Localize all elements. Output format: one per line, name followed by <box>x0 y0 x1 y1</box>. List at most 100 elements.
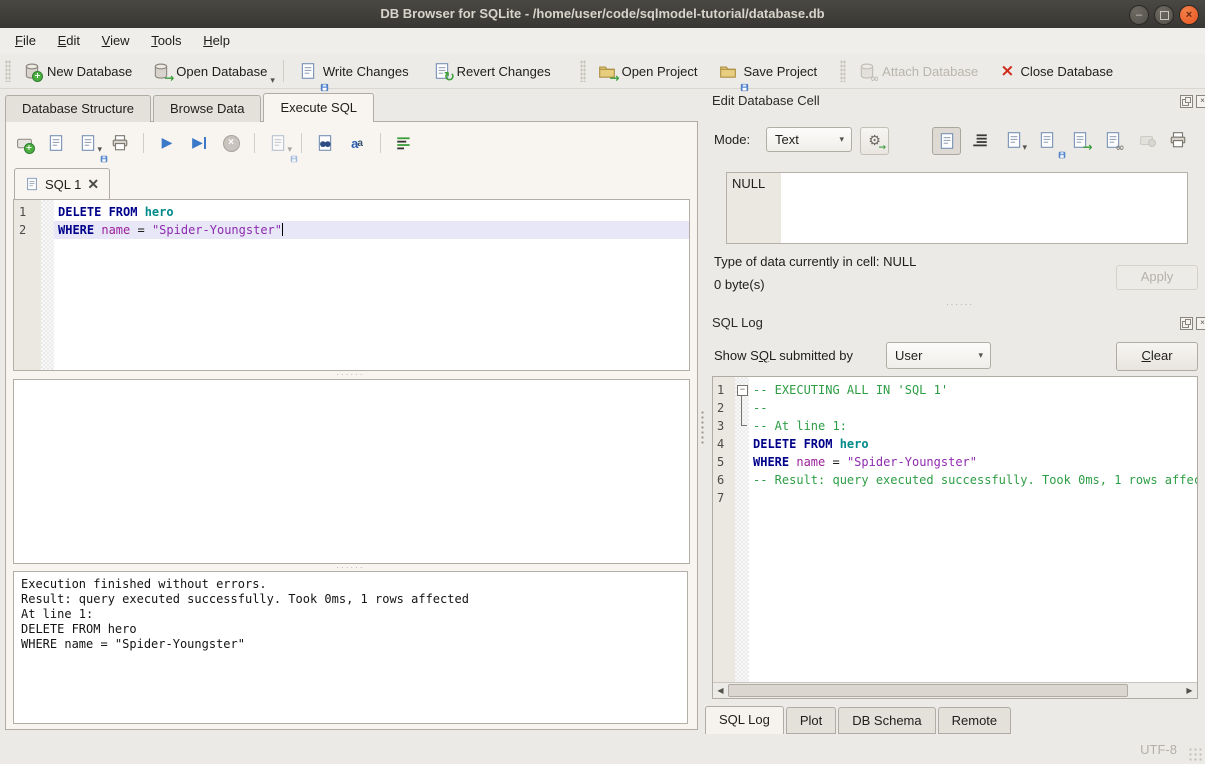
tab-sql-log[interactable]: SQL Log <box>705 706 784 734</box>
word-wrap-button[interactable] <box>394 133 414 153</box>
app-window: DB Browser for SQLite - /home/user/code/… <box>0 0 1205 764</box>
line-number: 5 <box>717 453 735 471</box>
cell-null-value: NULL <box>727 173 781 243</box>
cell-editor-area[interactable] <box>781 173 1187 243</box>
tab-remote[interactable]: Remote <box>938 707 1012 734</box>
auto-format-button[interactable]: aa <box>347 133 367 153</box>
import-in-cell-button[interactable]: ⚙→ <box>860 127 889 155</box>
new-database-button[interactable]: + New Database <box>16 57 139 85</box>
open-project-button[interactable]: → Open Project <box>591 57 705 85</box>
results-splitter[interactable]: ······ <box>13 372 688 378</box>
results-grid-pane[interactable] <box>13 379 690 564</box>
execute-sql-panel: + ▾ ▶ ▶ × ▾ aa SQL 1 ✕ 1 <box>5 121 698 730</box>
import-arrow-icon: → <box>878 144 886 153</box>
open-database-button[interactable]: → Open Database <box>145 57 274 85</box>
scrollbar-track[interactable] <box>728 683 1182 698</box>
stop-execution-button[interactable]: × <box>221 133 241 153</box>
sql-string: "Spider-Youngster" <box>152 223 282 237</box>
open-sql-file-button[interactable] <box>46 133 66 153</box>
set-null-button[interactable] <box>1133 127 1160 153</box>
close-tab-icon[interactable]: ✕ <box>87 176 99 193</box>
menu-view[interactable]: View <box>93 28 139 54</box>
save-results-icon <box>269 134 287 152</box>
float-panel-icon[interactable] <box>1180 317 1193 330</box>
maximize-icon[interactable] <box>1154 5 1174 25</box>
cell-word-wrap-button[interactable] <box>966 127 993 153</box>
toolbar-grip[interactable] <box>580 60 586 82</box>
panel-splitter[interactable] <box>700 410 705 444</box>
print-sql-button[interactable] <box>110 133 130 153</box>
open-database-dropdown-caret-icon[interactable]: ▾ <box>270 76 275 86</box>
menubar: File Edit View Tools Help <box>0 28 1205 54</box>
float-panel-icon[interactable] <box>1180 95 1193 108</box>
toolbar-grip[interactable] <box>840 60 846 82</box>
text-cursor <box>282 223 283 236</box>
close-database-button[interactable]: × Close Database <box>993 57 1120 85</box>
copy-link-button[interactable]: ∞ <box>1099 127 1126 153</box>
log-line-sql: DELETE FROM hero <box>749 435 1197 453</box>
null-dot-icon <box>1148 139 1156 147</box>
clear-log-button[interactable]: Clear <box>1116 342 1198 371</box>
apply-button[interactable]: Apply <box>1116 265 1198 290</box>
menu-help[interactable]: Help <box>194 28 239 54</box>
log-line-numbers: 1 2 3 4 5 6 7 <box>713 377 735 682</box>
attach-database-button[interactable]: ∞ Attach Database <box>851 57 985 85</box>
execution-message-pane[interactable]: Execution finished without errors.Result… <box>13 571 688 724</box>
menu-file[interactable]: File <box>6 28 45 54</box>
open-in-external-button[interactable]: → <box>1066 127 1093 153</box>
cell-value-editor[interactable]: NULL <box>726 172 1188 244</box>
tab-execute-sql[interactable]: Execute SQL <box>263 93 374 122</box>
tab-db-schema[interactable]: DB Schema <box>838 707 935 734</box>
link-icon: ∞ <box>1104 131 1122 149</box>
find-in-sql-button[interactable] <box>315 133 335 153</box>
format-icon-small: a <box>357 138 363 149</box>
submitted-by-select[interactable]: User ▾ <box>886 342 991 369</box>
toolbar-separator <box>283 60 284 82</box>
log-horizontal-scrollbar[interactable]: ◀ ▶ <box>713 682 1197 698</box>
log-line-sql: WHERE name = "Spider-Youngster" <box>749 453 1197 471</box>
toolbar-grip[interactable] <box>5 60 11 82</box>
close-window-icon[interactable]: × <box>1179 5 1199 25</box>
menu-edit[interactable]: Edit <box>49 28 89 54</box>
tab-database-structure[interactable]: Database Structure <box>5 95 151 122</box>
fold-collapse-icon[interactable]: − <box>737 385 748 396</box>
open-database-icon: → <box>152 62 170 80</box>
minimize-icon[interactable]: – <box>1129 5 1149 25</box>
titlebar[interactable]: DB Browser for SQLite - /home/user/code/… <box>0 0 1205 29</box>
text-mode-button[interactable] <box>932 127 961 155</box>
resize-grip[interactable] <box>1188 747 1202 761</box>
tab-plot[interactable]: Plot <box>786 707 836 734</box>
save-results-button[interactable]: ▾ <box>268 133 288 153</box>
write-changes-button[interactable]: Write Changes <box>292 57 416 85</box>
export-cell-data-button[interactable] <box>1033 127 1060 153</box>
write-changes-label: Write Changes <box>323 64 409 79</box>
close-panel-icon[interactable]: × <box>1196 95 1205 108</box>
sql1-tab[interactable]: SQL 1 ✕ <box>14 168 110 199</box>
execute-all-button[interactable]: ▶ <box>157 133 177 153</box>
scroll-right-icon[interactable]: ▶ <box>1182 683 1197 698</box>
mode-select[interactable]: Text ▾ <box>766 127 852 152</box>
message-line: Result: query executed successfully. Too… <box>21 592 680 607</box>
sql-log-view[interactable]: 1 2 3 4 5 6 7 − -- EXECUTING ALL IN 'SQL… <box>712 376 1198 699</box>
revert-changes-button[interactable]: ↻ Revert Changes <box>426 57 558 85</box>
scrollbar-thumb[interactable] <box>728 684 1128 697</box>
sql-operator: = <box>130 223 152 237</box>
save-sql-file-button[interactable]: ▾ <box>78 133 98 153</box>
log-code-area[interactable]: -- EXECUTING ALL IN 'SQL 1' -- -- At lin… <box>749 377 1197 682</box>
print-cell-button[interactable] <box>1164 127 1191 153</box>
tab-browse-data[interactable]: Browse Data <box>153 95 261 122</box>
scroll-left-icon[interactable]: ◀ <box>713 683 728 698</box>
editor-code-area[interactable]: DELETE FROM hero WHERE name = "Spider-Yo… <box>54 200 689 370</box>
execute-current-line-button[interactable]: ▶ <box>189 133 209 153</box>
menu-tools[interactable]: Tools <box>142 28 190 54</box>
close-panel-icon[interactable]: × <box>1196 317 1205 330</box>
sql-editor[interactable]: 1 2 DELETE FROM hero WHERE name = "Spide… <box>13 199 690 371</box>
new-sql-tab-button[interactable]: + <box>14 133 34 153</box>
save-sql-dropdown-caret-icon: ▾ <box>97 145 102 155</box>
save-project-button[interactable]: Save Project <box>712 57 824 85</box>
dock-splitter[interactable]: ······ <box>940 302 980 308</box>
sql-table-name: hero <box>145 205 174 219</box>
chevron-down-icon: ▾ <box>978 343 983 369</box>
open-database-label: Open Database <box>176 64 267 79</box>
import-cell-data-button[interactable]: ▾ <box>1000 127 1027 153</box>
